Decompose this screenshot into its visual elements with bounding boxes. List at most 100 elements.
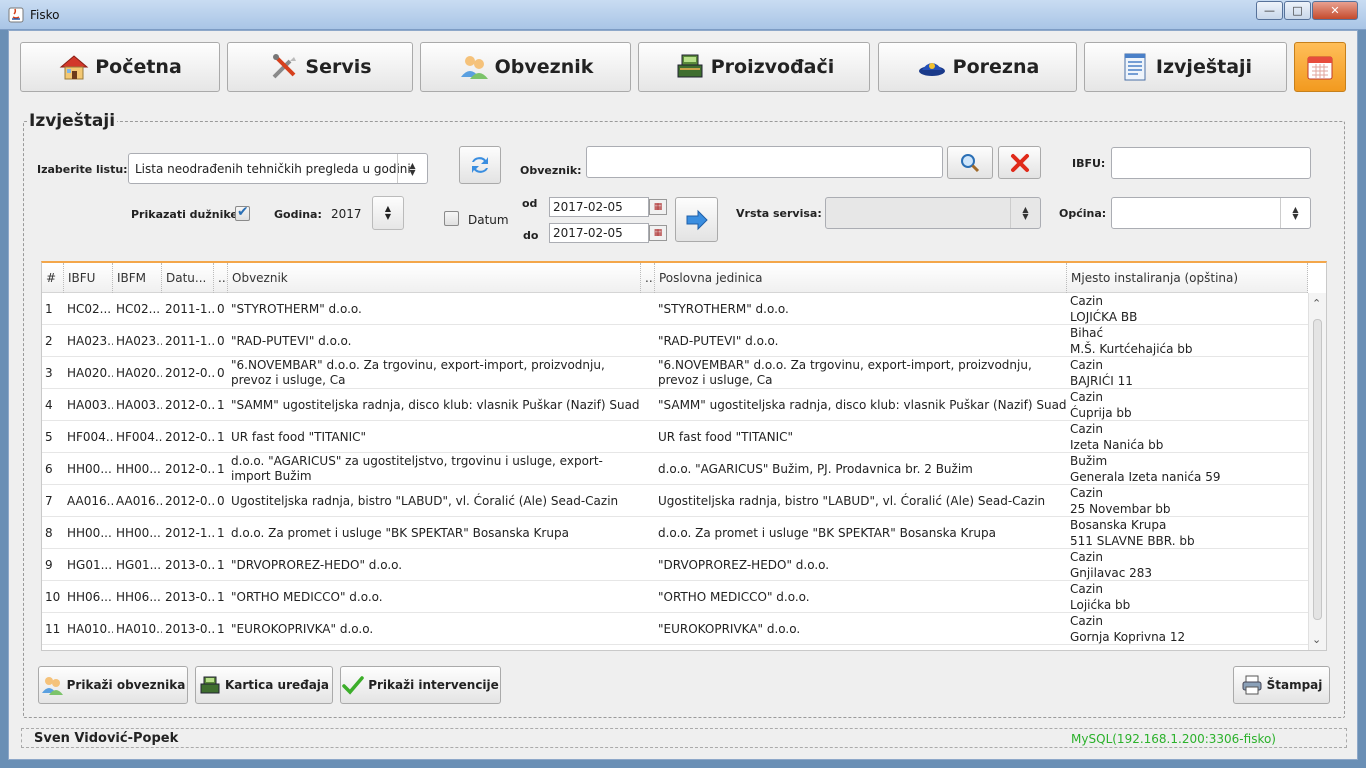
nav-izvjestaji-button[interactable]: Izvještaji bbox=[1084, 42, 1287, 92]
mjesto-adresa: Ćuprija bb bbox=[1070, 406, 1132, 420]
table-row[interactable]: 3HA020...HA020...2012-0...0"6.NOVEMBAR" … bbox=[42, 357, 1308, 389]
col-datum-header[interactable]: Datu... bbox=[162, 263, 214, 293]
vertical-scrollbar[interactable]: ⌃ ⌄ bbox=[1308, 293, 1326, 650]
cell-status: 1 bbox=[217, 622, 225, 636]
vrsta-servisa-select[interactable]: ▲ ▼ bbox=[825, 197, 1041, 229]
refresh-button[interactable] bbox=[459, 146, 501, 184]
opcina-select[interactable]: ▲ ▼ bbox=[1111, 197, 1311, 229]
cell-number: 6 bbox=[45, 462, 53, 476]
cell-number: 7 bbox=[45, 494, 53, 508]
col-obveznik-header[interactable]: Obveznik bbox=[228, 263, 641, 293]
arrow-right-icon bbox=[686, 209, 708, 230]
cell-mjesto: Cazin Gnjilavac 283 bbox=[1067, 549, 1308, 581]
table-row[interactable]: 9 HG01... HG01... 2013-0... 1 "DRVOPROREZ-HED… bbox=[42, 549, 1308, 581]
nav-pocetna-button[interactable]: Početna bbox=[20, 42, 220, 92]
do-calendar-icon[interactable]: ▦ bbox=[649, 225, 667, 241]
search-button[interactable] bbox=[947, 146, 993, 179]
cell-number: 2 bbox=[45, 334, 53, 348]
obveznik-input[interactable] bbox=[586, 146, 943, 178]
col-poslovna-jedinica-header[interactable]: Poslovna jedinica bbox=[655, 263, 1067, 293]
house-icon bbox=[59, 55, 89, 80]
report-table[interactable]: # IBFU IBFM Datu... ... Obveznik ... Pos… bbox=[41, 261, 1327, 651]
table-row[interactable]: 10 HH06... HH06... 2013-0... 1 "ORTHO MEDICCO… bbox=[42, 581, 1308, 613]
col-ibfu-header[interactable]: IBFU bbox=[64, 263, 113, 293]
table-row[interactable]: 8 HH00... HH00... 2012-1... 1 d.o.o. Za prome… bbox=[42, 517, 1308, 549]
col-number-header[interactable]: # bbox=[42, 263, 64, 293]
table-row[interactable]: 7 AA016... AA016... 2012-0... 0 Ugostiteljska… bbox=[42, 485, 1308, 517]
table-row[interactable]: 11HA010...HA010...2013-0...1"EUROKOPRIVK… bbox=[42, 613, 1308, 645]
calendar-icon bbox=[1307, 56, 1333, 80]
cell-datum: 2013-0... bbox=[165, 558, 214, 572]
nav-proizvodaci-button[interactable]: Proizvođači bbox=[638, 42, 870, 92]
scroll-down-icon[interactable]: ⌄ bbox=[1312, 633, 1321, 646]
izaberite-listu-label: Izaberite listu: bbox=[37, 163, 128, 176]
mjesto-opstina: Cazin bbox=[1070, 390, 1103, 404]
od-date-input[interactable]: 2017-02-05 bbox=[549, 197, 649, 217]
table-row[interactable]: 2HA023...HA023...2011-1...0"RAD-PUTEVI" … bbox=[42, 325, 1308, 357]
scroll-up-icon[interactable]: ⌃ bbox=[1312, 297, 1321, 310]
cell-number: 4 bbox=[45, 398, 53, 412]
nav-servis-label: Servis bbox=[305, 56, 372, 78]
nav-proizvodaci-label: Proizvođači bbox=[710, 56, 835, 78]
cell-datum: 2011-1... bbox=[165, 334, 214, 348]
cell-datum: 2012-0... bbox=[165, 398, 214, 412]
cell-poslovna-jedinica: "6.NOVEMBAR" d.o.o. Za trgovinu, export-… bbox=[658, 358, 1032, 387]
maximize-button[interactable]: □ bbox=[1284, 1, 1311, 20]
col-mjesto-header[interactable]: Mjesto instaliranja (opština) bbox=[1067, 263, 1308, 293]
kartica-uredaja-button[interactable]: Kartica uređaja bbox=[195, 666, 333, 704]
godina-spinner-arrows[interactable]: ▲ ▼ bbox=[372, 196, 404, 230]
cell-number: 1 bbox=[45, 302, 53, 316]
cell-poslovna-jedinica: "ORTHO MEDICCO" d.o.o. bbox=[658, 589, 810, 604]
cell-status: 1 bbox=[217, 526, 225, 540]
ibfu-input[interactable] bbox=[1111, 147, 1311, 179]
search-icon bbox=[961, 153, 980, 172]
tools-icon bbox=[273, 54, 297, 79]
mjesto-opstina: Bosanska Krupa bbox=[1070, 518, 1167, 532]
nav-obveznik-button[interactable]: Obveznik bbox=[420, 42, 631, 92]
clear-button[interactable] bbox=[998, 146, 1041, 179]
scroll-thumb[interactable] bbox=[1313, 319, 1322, 620]
table-row[interactable]: 5 HF004... HF004... 2012-0... 1 UR fast food … bbox=[42, 421, 1308, 453]
report-list-select[interactable]: Lista neodrađenih tehničkih pregleda u g… bbox=[128, 153, 428, 184]
mjesto-opstina: Cazin bbox=[1070, 486, 1103, 500]
nav-izvjestaji-label: Izvještaji bbox=[1155, 56, 1253, 78]
officer-cap-icon bbox=[918, 63, 945, 76]
nav-porezna-button[interactable]: Porezna bbox=[878, 42, 1077, 92]
cell-ibfu: HH00... bbox=[67, 462, 112, 476]
od-calendar-icon[interactable]: ▦ bbox=[649, 199, 667, 215]
stampaj-button[interactable]: Štampaj bbox=[1233, 666, 1330, 704]
prikazi-obveznika-button[interactable]: Prikaži obveznika bbox=[38, 666, 188, 704]
table-row[interactable]: 1 HC02... HC02... 2011-1... 0 "STYROTHERM" d.… bbox=[42, 293, 1308, 325]
window-controls: — □ ✕ bbox=[1255, 1, 1358, 21]
table-row[interactable]: 6 HH00... HH00... 2012-0... 1 d.o.o. "AGARICU… bbox=[42, 453, 1308, 485]
prikazi-intervencije-button[interactable]: Prikaži intervencije bbox=[340, 666, 501, 704]
app-client-area: Početna Servis Obveznik Proizvođači Pore… bbox=[8, 30, 1358, 760]
nav-servis-button[interactable]: Servis bbox=[227, 42, 413, 92]
cell-poslovna-jedinica: "EUROKOPRIVKA" d.o.o. bbox=[658, 621, 801, 636]
apply-date-button[interactable] bbox=[675, 197, 718, 242]
col-ibfm-header[interactable]: IBFM bbox=[113, 263, 162, 293]
minimize-button[interactable]: — bbox=[1256, 1, 1283, 20]
do-date-input[interactable]: 2017-02-05 bbox=[549, 223, 649, 243]
mjesto-opstina: Cazin bbox=[1070, 294, 1103, 308]
table-row[interactable]: 4HA003...HA003...2012-0...1"SAMM" ugosti… bbox=[42, 389, 1308, 421]
cell-status: 0 bbox=[217, 366, 225, 380]
godina-value[interactable]: 2017 bbox=[331, 207, 362, 221]
cell-poslovna-jedinica: UR fast food "TITANIC" bbox=[658, 429, 794, 444]
cash-register-icon bbox=[200, 676, 220, 694]
cell-ibfu: HC02... bbox=[67, 302, 112, 316]
col-status-header[interactable]: ... bbox=[214, 263, 228, 293]
mjesto-opstina: Cazin bbox=[1070, 358, 1103, 372]
nav-calendar-button[interactable] bbox=[1294, 42, 1346, 92]
cell-ibfm: HH06... bbox=[116, 590, 161, 604]
col-extra-header[interactable]: ... bbox=[641, 263, 655, 293]
cell-status: 1 bbox=[217, 462, 225, 476]
close-button[interactable]: ✕ bbox=[1312, 1, 1358, 20]
nav-obveznik-label: Obveznik bbox=[494, 56, 594, 78]
cell-ibfm: AA016... bbox=[116, 494, 162, 508]
prikazati-duznike-checkbox[interactable] bbox=[235, 204, 250, 221]
cell-mjesto: Cazin Gornja Koprivna 12 bbox=[1067, 613, 1308, 645]
datum-checkbox[interactable] bbox=[444, 211, 459, 226]
cell-ibfu: HH00... bbox=[67, 526, 112, 540]
cell-status: 1 bbox=[217, 398, 225, 412]
